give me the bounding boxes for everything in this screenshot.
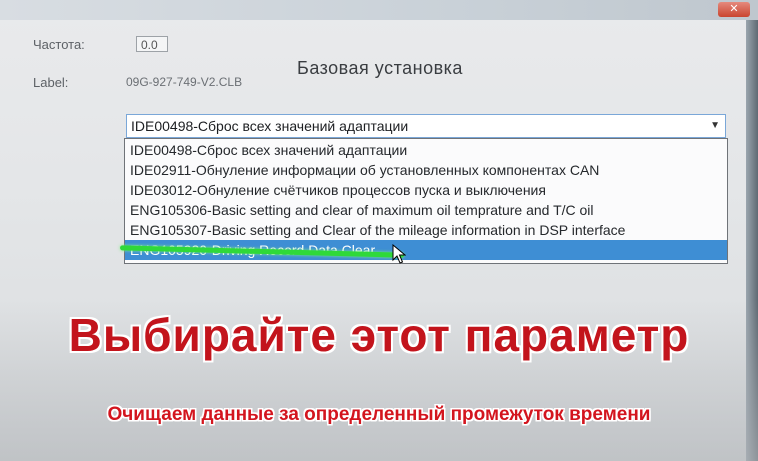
- dropdown-option[interactable]: ENG105306-Basic setting and clear of max…: [125, 200, 727, 220]
- frequency-field[interactable]: 0.0: [136, 36, 168, 52]
- close-icon: ✕: [729, 3, 739, 15]
- dropdown-option[interactable]: ENG105307-Basic setting and Clear of the…: [125, 220, 727, 240]
- mouse-cursor-icon: [392, 244, 406, 264]
- dropdown-option[interactable]: IDE03012-Обнуление счётчиков процессов п…: [125, 180, 727, 200]
- page-title: Базовая установка: [297, 58, 463, 78]
- chevron-down-icon[interactable]: ▼: [710, 120, 720, 131]
- label-value: 09G-927-749-V2.CLB: [126, 75, 243, 89]
- function-dropdown-list: IDE00498-Сброс всех значений адаптации I…: [124, 138, 728, 264]
- function-select[interactable]: IDE00498-Сброс всех значений адаптации ▼: [126, 114, 726, 138]
- app-screen: ✕ Частота: 0.0 Label: 09G-927-749-V2.CLB…: [0, 0, 758, 461]
- dropdown-option[interactable]: IDE00498-Сброс всех значений адаптации: [125, 140, 727, 160]
- close-button[interactable]: ✕: [718, 2, 750, 17]
- function-select-value: IDE00498-Сброс всех значений адаптации: [131, 118, 409, 134]
- label-label: Label:: [33, 75, 69, 90]
- dropdown-option[interactable]: IDE02911-Обнуление информации об установ…: [125, 160, 727, 180]
- window-titlebar: ✕: [0, 0, 758, 20]
- frequency-label: Частота:: [33, 37, 85, 52]
- overlay-subtitle: Очищаем данные за определенный промежуто…: [107, 404, 651, 425]
- overlay-title: Выбирайте этот параметр: [68, 309, 690, 361]
